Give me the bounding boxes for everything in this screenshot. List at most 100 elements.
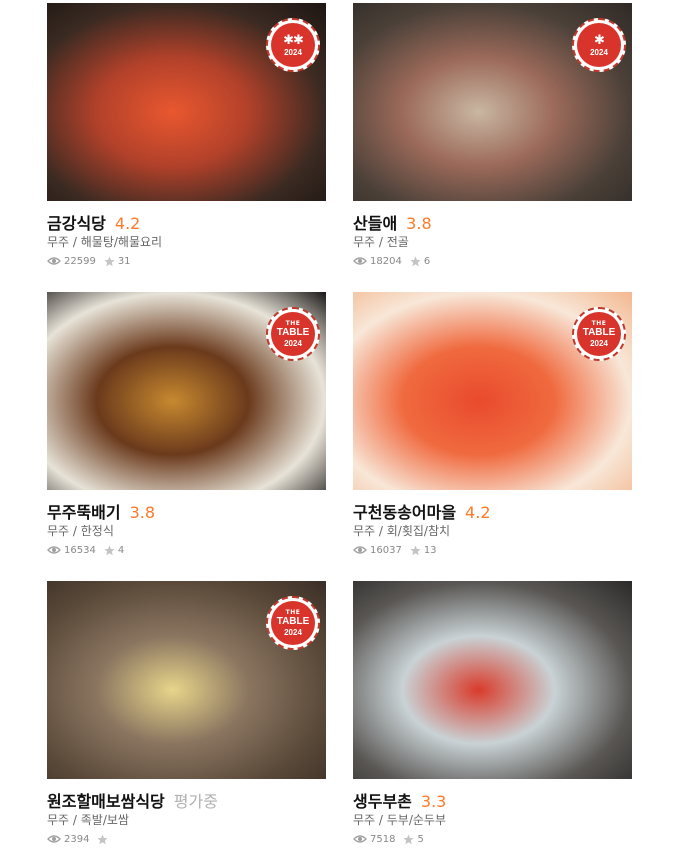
restaurant-rating: 4.2	[465, 503, 491, 522]
restaurant-name[interactable]: 무주뚝배기	[47, 499, 121, 523]
restaurant-card: THE TABLE 2024 원조할매보쌈식당 평가중 무주 / 족발/보쌈 2…	[47, 581, 327, 846]
restaurant-region: 무주	[353, 235, 376, 249]
eye-icon	[47, 546, 61, 554]
restaurant-category: 전골	[386, 235, 409, 249]
restaurant-category: 해물탕/해물요리	[80, 235, 163, 249]
restaurant-name[interactable]: 원조할매보쌈식당	[47, 788, 165, 812]
star-icon	[104, 256, 115, 266]
eye-icon	[353, 835, 367, 843]
restaurant-meta: 무주 / 해물탕/해물요리	[47, 235, 163, 249]
restaurant-card: ✱✱ 2024 금강식당 4.2 무주 / 해물탕/해물요리 22599 31	[47, 3, 327, 268]
restaurant-photo[interactable]: THE TABLE 2024	[353, 292, 632, 490]
restaurant-title-row: 산들애 3.8	[353, 210, 633, 234]
restaurant-meta: 무주 / 두부/순두부	[353, 813, 447, 827]
restaurant-meta: 무주 / 회/횟집/참치	[353, 524, 451, 538]
restaurant-meta: 무주 / 족발/보쌈	[47, 813, 129, 827]
restaurant-name[interactable]: 구천동송어마을	[353, 499, 456, 523]
star-icon	[104, 545, 115, 555]
restaurant-photo[interactable]: THE TABLE 2024	[47, 581, 326, 779]
restaurant-meta: 무주 / 한정식	[47, 524, 114, 538]
restaurant-card: 생두부촌 3.3 무주 / 두부/순두부 7518 5	[353, 581, 633, 846]
view-count: 16037	[353, 545, 402, 556]
favorite-count: 13	[410, 545, 437, 556]
restaurant-category: 족발/보쌈	[80, 813, 129, 827]
eye-icon	[47, 835, 61, 843]
eye-icon	[47, 257, 61, 265]
star-icon	[410, 256, 421, 266]
restaurant-region: 무주	[353, 524, 376, 538]
restaurant-title-row: 생두부촌 3.3	[353, 788, 633, 812]
restaurant-region: 무주	[47, 813, 70, 827]
michelin-badge-icon: ✱ 2024	[572, 18, 626, 72]
restaurant-stats: 7518 5	[353, 832, 633, 846]
favorite-count-value: 13	[423, 544, 437, 556]
restaurant-meta: 무주 / 전골	[353, 235, 409, 249]
restaurant-photo[interactable]: ✱✱ 2024	[47, 3, 326, 201]
badge-year: 2024	[284, 627, 302, 637]
restaurant-rating: 3.8	[406, 214, 432, 233]
restaurant-stats: 2394	[47, 832, 327, 846]
restaurant-region: 무주	[47, 524, 70, 538]
view-count: 7518	[353, 834, 395, 845]
favorite-count: 6	[410, 256, 430, 267]
eye-icon	[353, 546, 367, 554]
restaurant-region: 무주	[47, 235, 70, 249]
restaurant-photo[interactable]: ✱ 2024	[353, 3, 632, 201]
favorite-count-value: 31	[117, 255, 131, 267]
badge-year: 2024	[284, 47, 302, 57]
the-table-badge-icon: THE TABLE 2024	[266, 307, 320, 361]
badge-year: 2024	[590, 47, 608, 57]
the-table-badge-icon: THE TABLE 2024	[266, 596, 320, 650]
restaurant-rating: 4.2	[114, 214, 141, 233]
restaurant-stats: 22599 31	[47, 254, 327, 268]
restaurant-category: 회/횟집/참치	[386, 524, 451, 538]
favorite-count-value: 4	[117, 544, 125, 556]
view-count: 22599	[47, 256, 96, 267]
favorite-count-value: 6	[423, 255, 431, 267]
restaurant-stats: 16534 4	[47, 543, 327, 557]
favorite-count	[97, 834, 111, 845]
restaurant-title-row: 금강식당 4.2	[47, 210, 327, 234]
view-count-value: 16037	[370, 544, 402, 556]
badge-year: 2024	[284, 338, 302, 348]
favorite-count-value: 5	[417, 833, 424, 845]
restaurant-stats: 18204 6	[353, 254, 633, 268]
restaurant-title-row: 원조할매보쌈식당 평가중	[47, 788, 327, 812]
view-count: 2394	[47, 834, 89, 845]
badge-the: THE	[285, 319, 301, 327]
badge-table: TABLE	[276, 326, 310, 338]
star-icon	[97, 834, 109, 844]
badge-mark: ✱	[594, 32, 605, 48]
view-count-value: 7518	[370, 833, 396, 845]
restaurant-name[interactable]: 산들애	[353, 210, 397, 234]
favorite-count: 4	[104, 545, 124, 556]
favorite-count: 31	[104, 256, 131, 267]
restaurant-title-row: 구천동송어마을 4.2	[353, 499, 633, 523]
restaurant-card: ✱ 2024 산들애 3.8 무주 / 전골 18204 6	[353, 3, 633, 268]
restaurant-photo-image	[353, 581, 632, 779]
restaurant-name[interactable]: 생두부촌	[353, 788, 412, 812]
restaurant-rating: 평가중	[173, 792, 218, 811]
restaurant-card: THE TABLE 2024 구천동송어마을 4.2 무주 / 회/횟집/참치 …	[353, 292, 633, 557]
star-icon	[410, 545, 421, 555]
restaurant-region: 무주	[353, 813, 376, 827]
view-count-value: 22599	[64, 255, 96, 267]
view-count-value: 18204	[370, 255, 402, 267]
eye-icon	[353, 257, 367, 265]
restaurant-rating: 3.3	[420, 792, 447, 811]
badge-table: TABLE	[582, 326, 616, 338]
badge-the: THE	[591, 319, 607, 327]
restaurant-rating: 3.8	[129, 503, 156, 522]
badge-mark: ✱✱	[283, 32, 304, 48]
restaurant-photo[interactable]: THE TABLE 2024	[47, 292, 326, 490]
favorite-count: 5	[403, 833, 424, 845]
michelin-badge-icon: ✱✱ 2024	[266, 18, 320, 72]
restaurant-name[interactable]: 금강식당	[47, 210, 106, 234]
view-count-value: 2394	[64, 833, 90, 845]
restaurant-category: 두부/순두부	[386, 813, 447, 827]
view-count: 18204	[353, 256, 402, 267]
view-count: 16534	[47, 545, 96, 556]
restaurant-photo[interactable]	[353, 581, 632, 779]
badge-table: TABLE	[276, 615, 310, 627]
badge-the: THE	[285, 608, 301, 616]
